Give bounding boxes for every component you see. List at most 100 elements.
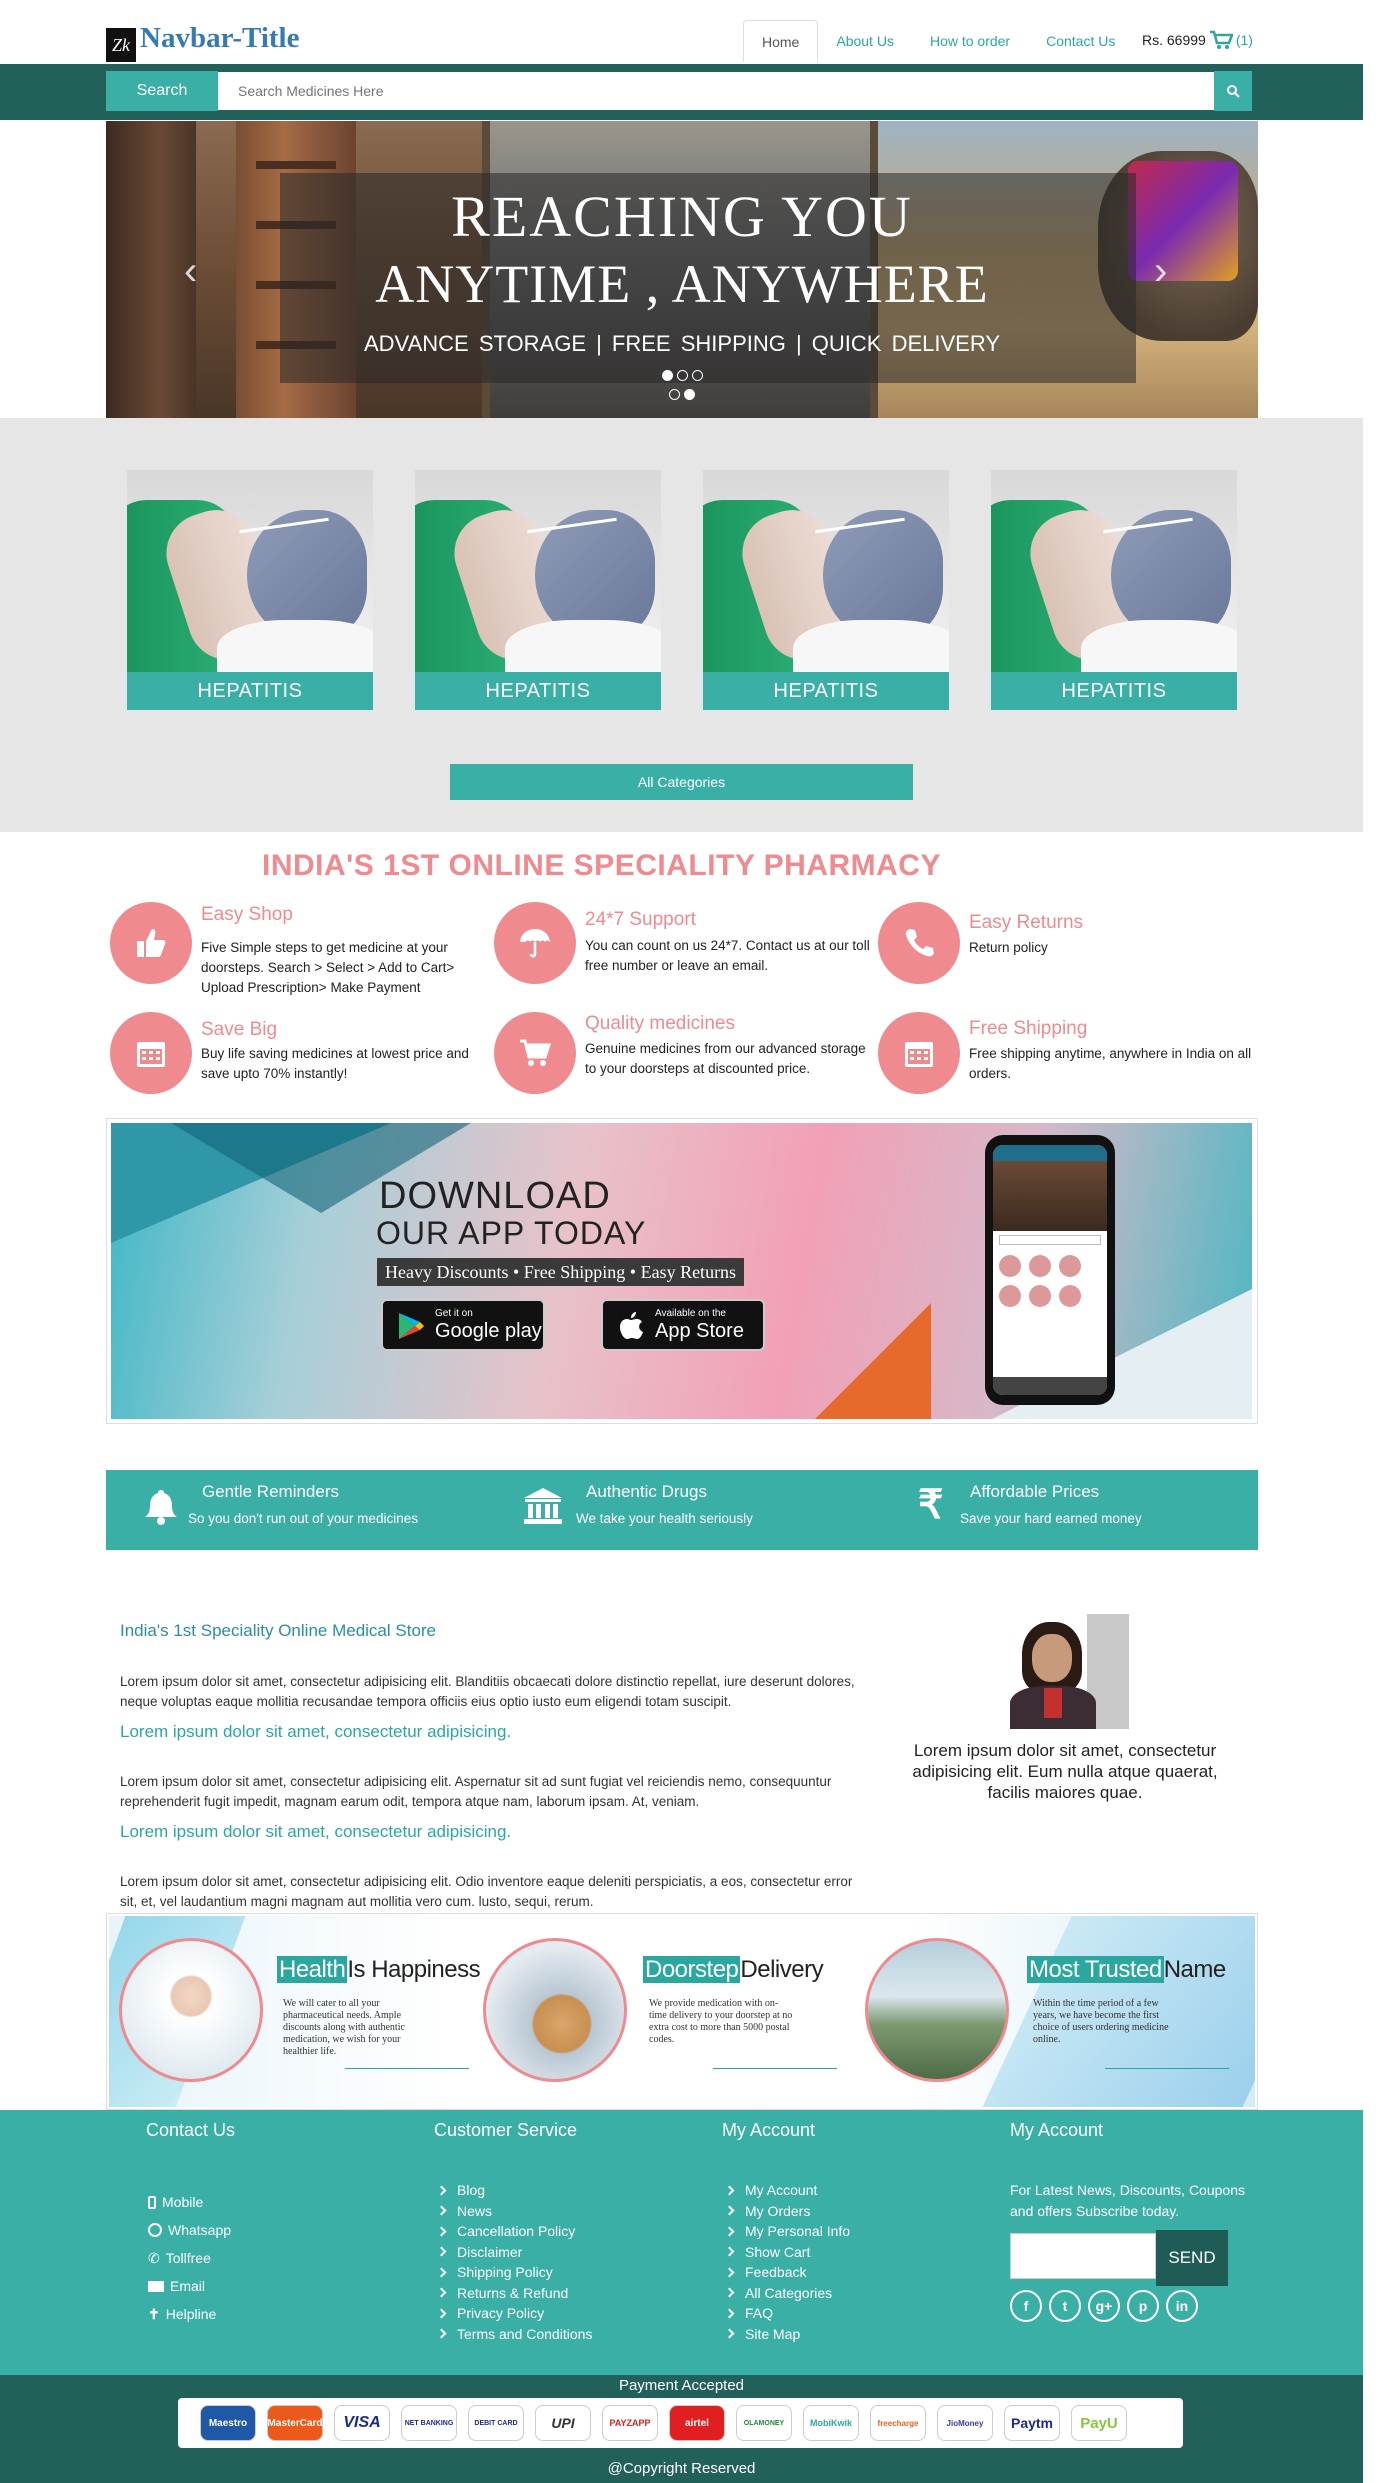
cart-amount: Rs. 66999	[1142, 32, 1206, 48]
chevron-right-icon	[436, 2287, 447, 2298]
testimonial-photo	[998, 1614, 1129, 1729]
app-store-label: App Store	[655, 1320, 744, 1342]
cart-icon	[1209, 30, 1233, 49]
app-store-button[interactable]: Available on the App Store	[601, 1299, 765, 1351]
footer-link[interactable]: FAQ	[724, 2303, 850, 2324]
footer-link-label: News	[457, 2202, 493, 2219]
app-tagline: Heavy Discounts • Free Shipping • Easy R…	[377, 1258, 745, 1286]
twitter-icon[interactable]: t	[1049, 2290, 1081, 2322]
nav-contact-us[interactable]: Contact Us	[1028, 20, 1133, 62]
footer-link[interactable]: Site Map	[724, 2324, 850, 2345]
google-plus-icon[interactable]: g+	[1088, 2290, 1120, 2322]
footer-link[interactable]: My Account	[724, 2180, 850, 2201]
nav-about-us[interactable]: About Us	[818, 20, 912, 62]
payment-logo-mobikwik: MobiKwik	[803, 2405, 859, 2441]
google-play-small: Get it on	[435, 1308, 473, 1319]
footer-link[interactable]: My Personal Info	[724, 2221, 850, 2242]
footer-contact-whatsapp[interactable]: Whatsapp	[148, 2216, 231, 2244]
about-paragraph: Lorem ipsum dolor sit amet, consectetur …	[120, 1774, 832, 1809]
info-heading-rest: Is Happiness	[347, 1956, 481, 1983]
payment-section: Payment Accepted Maestro MasterCard VISA…	[0, 2375, 1363, 2483]
search-input[interactable]	[218, 72, 1214, 110]
category-image	[127, 470, 373, 672]
subscribe-send-button[interactable]: SEND	[1156, 2230, 1228, 2286]
carousel-indicator[interactable]	[684, 389, 695, 401]
footer-contact-email[interactable]: Email	[148, 2272, 231, 2300]
category-card[interactable]: HEPATITIS	[991, 470, 1237, 710]
calendar-icon	[878, 1012, 960, 1094]
footer-link-label: Terms and Conditions	[457, 2325, 593, 2342]
info-heading-rest: Delivery	[740, 1956, 824, 1983]
about-title: India's 1st Speciality Online Medical St…	[120, 1621, 437, 1640]
chevron-right-icon	[724, 2185, 735, 2196]
category-section: HEPATITIS HEPATITIS HEPATITIS HEPATITIS …	[0, 418, 1363, 832]
footer-link[interactable]: My Orders	[724, 2201, 850, 2222]
brand-logo[interactable]: Zk	[106, 28, 136, 62]
carousel-heading-line2: ANYTIME , ANYWHERE	[375, 254, 989, 314]
chevron-right-icon	[724, 2308, 735, 2319]
feature-description: Free shipping anytime, anywhere in India…	[969, 1046, 1252, 1081]
payment-logo-payu: PayU	[1071, 2405, 1127, 2441]
footer-link[interactable]: All Categories	[724, 2283, 850, 2304]
category-card[interactable]: HEPATITIS	[415, 470, 661, 710]
footer-contact-helpline[interactable]: ✝ Helpline	[148, 2300, 231, 2328]
info-description: Within the time period of a few years, w…	[1033, 1998, 1169, 2045]
search-label-button[interactable]: Search	[106, 71, 218, 111]
category-image	[991, 470, 1237, 672]
carousel-prev-icon[interactable]: ‹	[184, 249, 197, 294]
payment-logo-airtel: airtel	[669, 2405, 725, 2441]
feature-easy-returns: Easy Returns Return policy	[874, 902, 1250, 1002]
feature-title: Easy Returns	[969, 912, 1084, 933]
info-divider	[713, 2068, 837, 2069]
carousel-indicator[interactable]	[661, 370, 673, 382]
info-description: We provide medication with on-time deliv…	[649, 1998, 793, 2045]
payment-logo-netbanking: NET BANKING	[401, 2405, 457, 2441]
footer-link[interactable]: Privacy Policy	[436, 2303, 592, 2324]
footer-contact-label: Tollfree	[165, 2250, 211, 2266]
subscribe-email-input[interactable]	[1010, 2233, 1156, 2279]
payment-logo-mastercard: MasterCard	[267, 2405, 323, 2441]
payment-logo-visa: VISA	[334, 2405, 390, 2441]
carousel-indicators-top	[106, 367, 1258, 385]
footer-link-label: My Orders	[745, 2202, 811, 2219]
footer-account-title: My Account	[722, 2120, 816, 2140]
cart-summary[interactable]: Rs. 66999 (1)	[1142, 30, 1253, 50]
hero-carousel[interactable]: REACHING YOU ANYTIME , ANYWHERE ADVANCE …	[106, 121, 1258, 418]
doctor-image	[119, 1938, 263, 2082]
footer-contact-mobile[interactable]: Mobile	[148, 2188, 231, 2216]
footer-contact-tollfree[interactable]: ✆ Tollfree	[148, 2244, 231, 2272]
footer-link[interactable]: Blog	[436, 2180, 592, 2201]
nav-how-to-order[interactable]: How to order	[912, 20, 1028, 62]
category-card[interactable]: HEPATITIS	[703, 470, 949, 710]
all-categories-button[interactable]: All Categories	[450, 764, 913, 800]
footer-link[interactable]: Cancellation Policy	[436, 2221, 592, 2242]
footer-link[interactable]: Feedback	[724, 2262, 850, 2283]
footer-link[interactable]: Returns & Refund	[436, 2283, 592, 2304]
chevron-right-icon	[436, 2205, 447, 2216]
about-subheading: Lorem ipsum dolor sit amet, consectetur …	[120, 1822, 512, 1841]
facebook-icon[interactable]: f	[1010, 2290, 1042, 2322]
footer-link[interactable]: Show Cart	[724, 2242, 850, 2263]
carousel-indicator[interactable]	[691, 370, 703, 382]
footer-link-label: Blog	[457, 2182, 486, 2198]
footer-link[interactable]: Shipping Policy	[436, 2262, 592, 2283]
carousel-next-icon[interactable]: ›	[1154, 249, 1167, 294]
carousel-indicator[interactable]	[676, 370, 688, 382]
google-play-button[interactable]: Get it on Google play	[381, 1299, 545, 1351]
pinterest-icon[interactable]: p	[1127, 2290, 1159, 2322]
footer-link[interactable]: News	[436, 2201, 592, 2222]
footer-link-label: Cancellation Policy	[457, 2223, 576, 2239]
category-card[interactable]: HEPATITIS	[127, 470, 373, 710]
app-subheading: OUR APP TODAY	[376, 1215, 647, 1251]
chevron-right-icon	[724, 2267, 735, 2278]
payment-title: Payment Accepted	[618, 2377, 745, 2394]
footer-link[interactable]: Terms and Conditions	[436, 2324, 593, 2345]
brand-title[interactable]: Navbar-Title	[140, 22, 300, 55]
carousel-indicator[interactable]	[669, 389, 680, 401]
footer-link-label: Disclaimer	[457, 2243, 523, 2260]
footer-link[interactable]: Disclaimer	[436, 2242, 592, 2263]
nav-home[interactable]: Home	[743, 20, 819, 62]
search-submit-button[interactable]	[1214, 71, 1252, 111]
chevron-right-icon	[724, 2246, 735, 2257]
linkedin-icon[interactable]: in	[1166, 2290, 1198, 2322]
